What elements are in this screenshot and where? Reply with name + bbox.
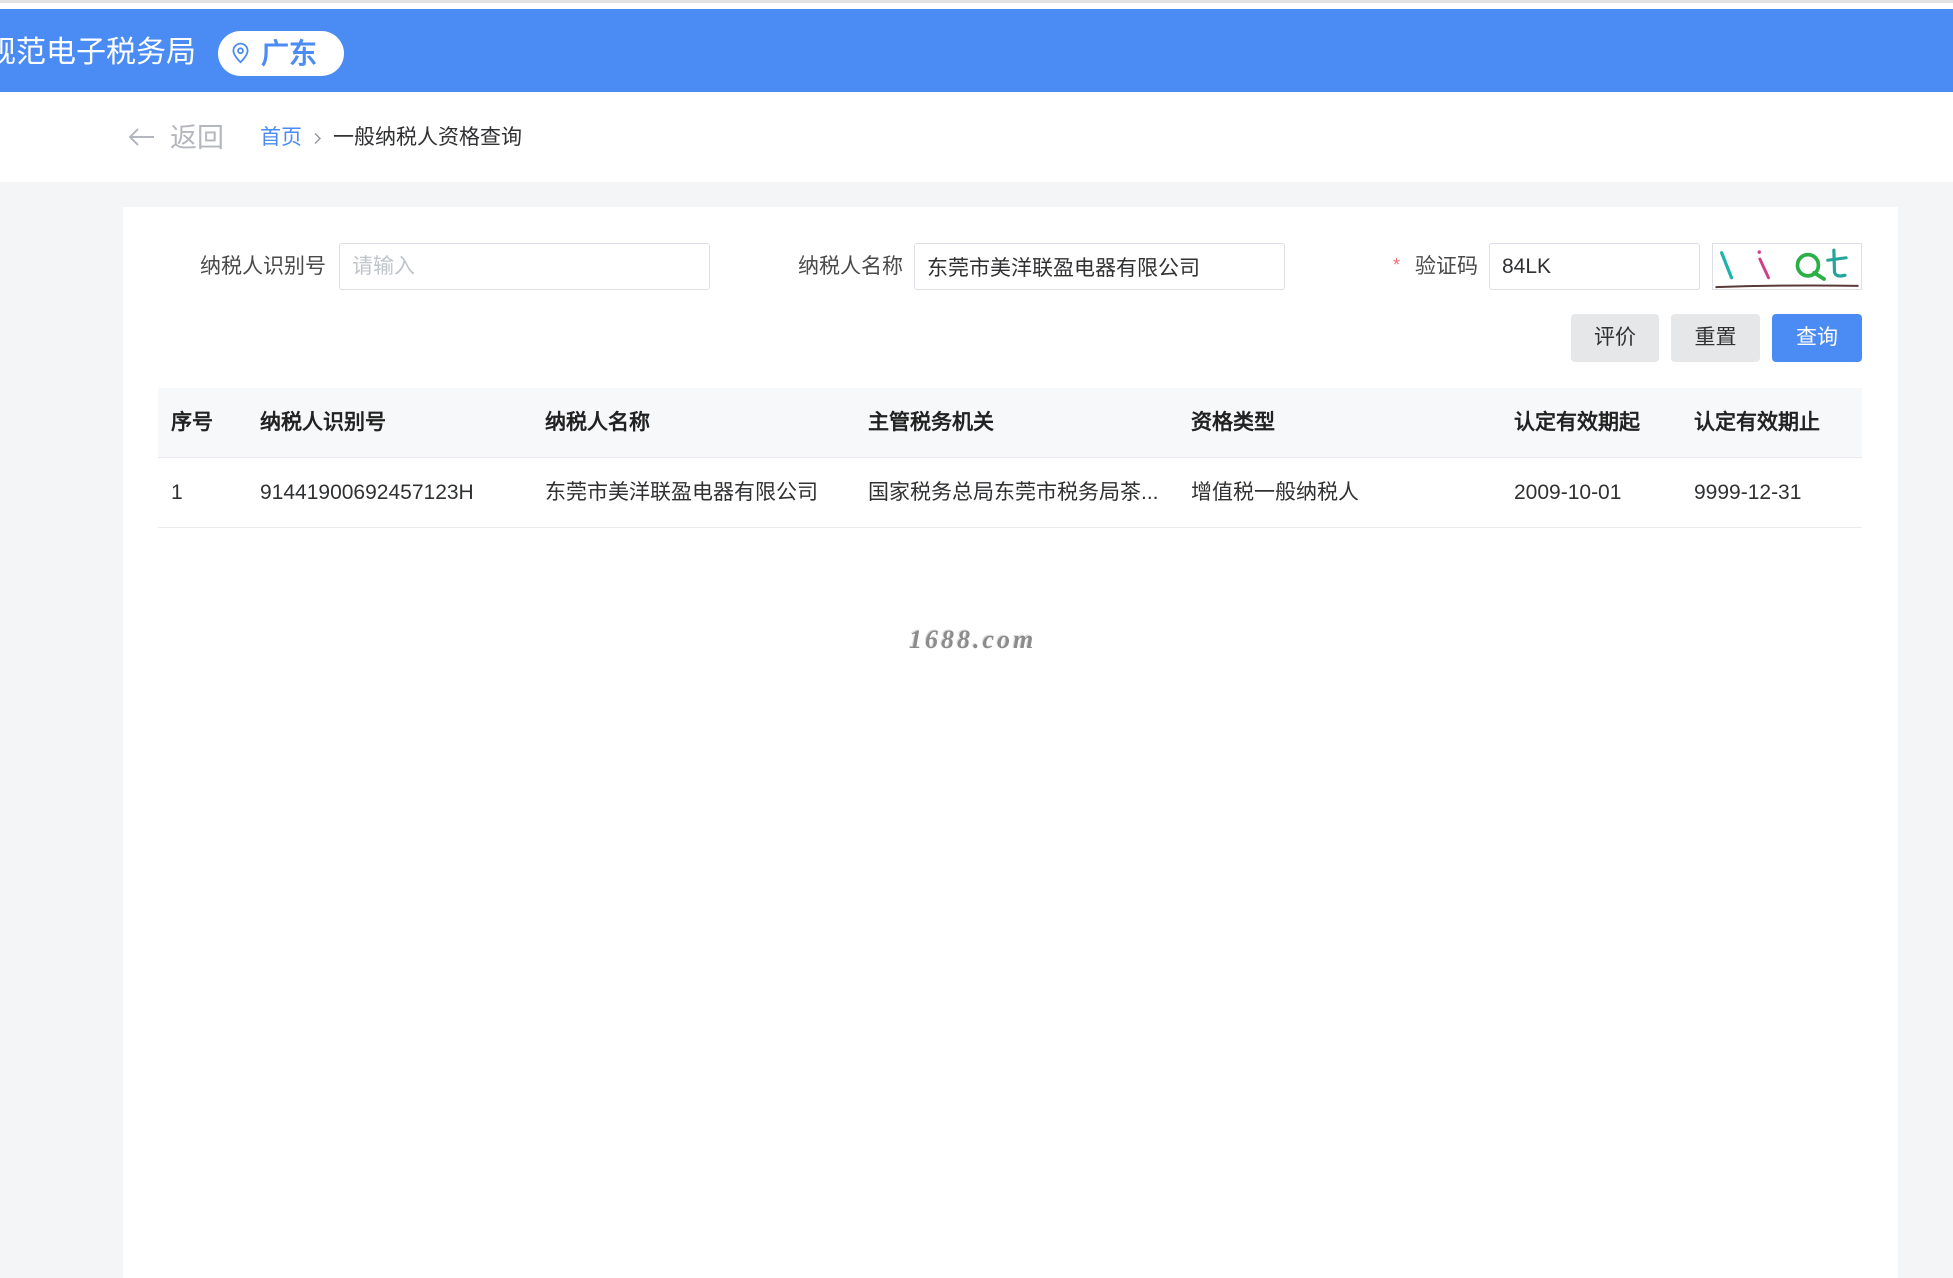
breadcrumb-bar: 返回 首页 一般纳税人资格查询 bbox=[0, 92, 1953, 182]
captcha-input[interactable] bbox=[1489, 243, 1700, 290]
cell-qualification-type: 增值税一般纳税人 bbox=[1191, 481, 1359, 504]
captcha-label: 验证码 bbox=[1415, 255, 1478, 278]
arrow-left-icon[interactable] bbox=[128, 127, 155, 147]
browser-top-strip bbox=[0, 0, 1953, 9]
reset-button[interactable]: 重置 bbox=[1671, 314, 1760, 362]
query-button[interactable]: 查询 bbox=[1772, 314, 1862, 362]
cell-index: 1 bbox=[171, 481, 183, 504]
captcha-image[interactable] bbox=[1712, 243, 1862, 290]
table-header-row: 序号 纳税人识别号 纳税人名称 主管税务机关 资格类型 认定有效期起 认定有效期… bbox=[158, 388, 1862, 458]
captcha-stroke bbox=[1826, 256, 1848, 262]
captcha-stroke bbox=[1720, 251, 1734, 280]
taxpayer-id-label: 纳税人识别号 bbox=[200, 255, 326, 278]
region-label: 广东 bbox=[261, 38, 318, 69]
column-header-qualification-type: 资格类型 bbox=[1191, 411, 1275, 434]
cell-taxpayer-name: 东莞市美洋联盈电器有限公司 bbox=[545, 481, 818, 504]
taxpayer-name-label: 纳税人名称 bbox=[798, 255, 903, 278]
location-pin-icon bbox=[232, 42, 249, 64]
evaluate-button[interactable]: 评价 bbox=[1571, 314, 1659, 362]
column-header-tax-authority: 主管税务机关 bbox=[868, 411, 994, 434]
site-title: 规范电子税务局 bbox=[0, 36, 196, 69]
breadcrumb-home-link[interactable]: 首页 bbox=[260, 92, 302, 182]
table-row: 1 91441900692457123H 东莞市美洋联盈电器有限公司 国家税务总… bbox=[158, 458, 1862, 528]
top-header: 规范电子税务局 广东 bbox=[0, 9, 1953, 92]
query-panel: 纳税人识别号 纳税人名称 * 验证码 评价 重置 查询 序号 纳税人识别号 纳税… bbox=[123, 207, 1898, 1278]
captcha-stroke bbox=[1758, 257, 1770, 280]
chevron-right-icon bbox=[314, 133, 321, 144]
captcha-stroke bbox=[1757, 250, 1761, 254]
captcha-stroke bbox=[1812, 270, 1826, 281]
results-table: 序号 纳税人识别号 纳税人名称 主管税务机关 资格类型 认定有效期起 认定有效期… bbox=[158, 388, 1862, 528]
watermark: 1688.com bbox=[909, 625, 1037, 654]
region-selector[interactable]: 广东 bbox=[218, 31, 344, 76]
column-header-index: 序号 bbox=[171, 411, 213, 434]
column-header-taxpayer-name: 纳税人名称 bbox=[545, 411, 650, 434]
column-header-valid-from: 认定有效期起 bbox=[1514, 411, 1640, 434]
breadcrumb-current-page: 一般纳税人资格查询 bbox=[333, 126, 522, 149]
column-header-taxpayer-id: 纳税人识别号 bbox=[260, 411, 386, 434]
cell-valid-to: 9999-12-31 bbox=[1694, 481, 1802, 504]
captcha-graphic bbox=[1715, 248, 1859, 289]
cell-taxpayer-id: 91441900692457123H bbox=[260, 481, 474, 504]
taxpayer-name-input[interactable] bbox=[914, 243, 1285, 290]
cell-tax-authority: 国家税务总局东莞市税务局茶... bbox=[868, 481, 1159, 504]
taxpayer-id-input[interactable] bbox=[339, 243, 710, 290]
column-header-valid-to: 认定有效期止 bbox=[1694, 411, 1820, 434]
back-button[interactable]: 返回 bbox=[170, 92, 224, 182]
captcha-stroke bbox=[1832, 248, 1847, 278]
cell-valid-from: 2009-10-01 bbox=[1514, 481, 1622, 504]
captcha-noise-line bbox=[1715, 284, 1859, 289]
